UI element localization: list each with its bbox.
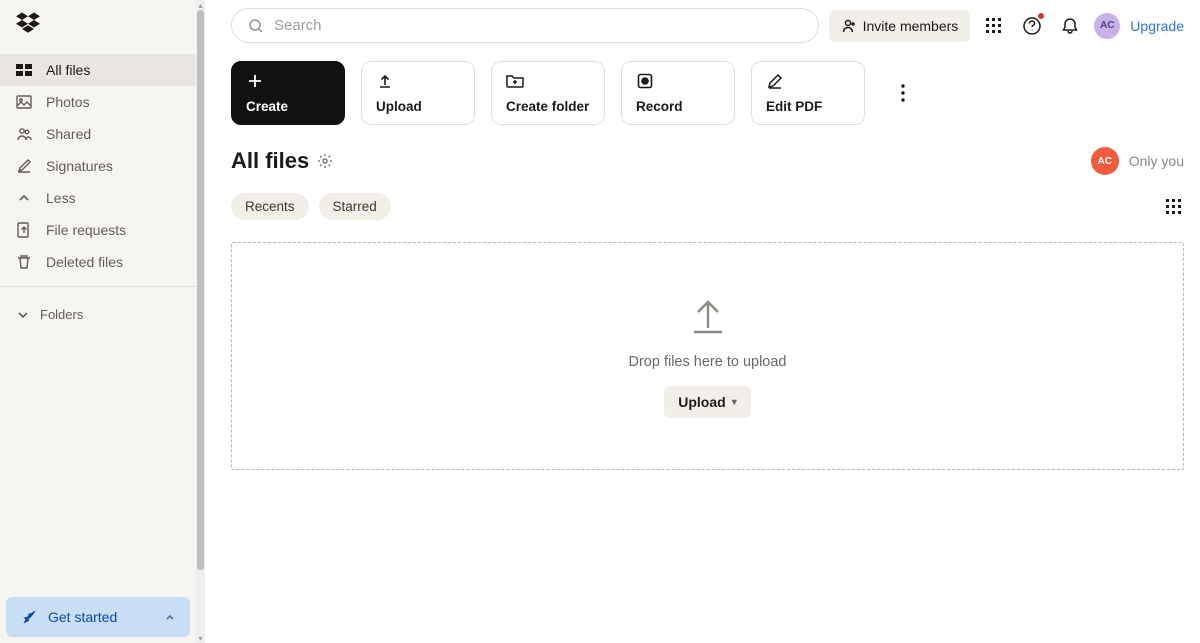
upgrade-link[interactable]: Upgrade [1130, 18, 1184, 34]
folders-label: Folders [40, 307, 83, 322]
invite-label: Invite members [863, 18, 959, 34]
chevron-up-icon [16, 190, 32, 206]
file-request-icon [16, 222, 32, 238]
trash-icon [16, 254, 32, 270]
photo-icon [16, 94, 32, 110]
upload-arrow-icon [686, 294, 730, 338]
sidebar-item-label: All files [46, 62, 90, 78]
apps-button[interactable] [980, 12, 1008, 40]
user-avatar[interactable]: AC [1094, 13, 1120, 39]
upload-icon [376, 72, 394, 90]
sidebar-section-folders[interactable]: Folders [0, 295, 196, 328]
help-button[interactable] [1018, 12, 1046, 40]
sidebar-item-label: File requests [46, 222, 126, 238]
sidebar-item-label: Signatures [46, 158, 113, 174]
sidebar-item-label: Photos [46, 94, 90, 110]
heading-row: All files AC Only you [231, 147, 1184, 175]
apps-grid-icon [985, 17, 1003, 35]
files-icon [16, 62, 32, 78]
create-folder-button[interactable]: Create folder [491, 61, 605, 125]
sidebar-item-all-files[interactable]: All files [0, 54, 196, 86]
topbar: Invite members AC Upgrade [231, 4, 1184, 43]
chevron-down-icon: ▾ [732, 397, 737, 408]
sidebar-item-photos[interactable]: Photos [0, 86, 196, 118]
dropbox-logo[interactable] [0, 0, 196, 42]
search-input-wrapper[interactable] [231, 8, 819, 43]
more-actions-button[interactable] [889, 79, 917, 107]
sidebar-item-deleted-files[interactable]: Deleted files [0, 246, 196, 278]
main: Invite members AC Upgrade Create [197, 0, 1200, 643]
sharing-info: AC Only you [1091, 147, 1184, 175]
notification-dot [1038, 13, 1044, 19]
tile-label: Record [636, 99, 720, 114]
upload-dropzone[interactable]: Drop files here to upload Upload ▾ [231, 242, 1184, 470]
get-started-label: Get started [48, 609, 117, 625]
folder-plus-icon [506, 72, 524, 90]
sidebar-item-less[interactable]: Less [0, 182, 196, 214]
gear-icon [317, 153, 333, 169]
rocket-icon [20, 609, 36, 625]
sidebar: All files Photos Shared Signatures Less … [0, 0, 197, 643]
grid-view-icon [1165, 198, 1183, 216]
notifications-button[interactable] [1056, 12, 1084, 40]
signature-icon [16, 158, 32, 174]
person-add-icon [841, 18, 857, 34]
sidebar-item-file-requests[interactable]: File requests [0, 214, 196, 246]
tile-label: Upload [376, 99, 460, 114]
get-started-panel[interactable]: Get started [6, 597, 190, 637]
bell-icon [1060, 16, 1080, 36]
filter-recents[interactable]: Recents [231, 193, 309, 220]
owner-avatar[interactable]: AC [1091, 147, 1119, 175]
sidebar-item-label: Deleted files [46, 254, 123, 270]
create-button[interactable]: Create [231, 61, 345, 125]
sidebar-item-label: Shared [46, 126, 91, 142]
sidebar-item-signatures[interactable]: Signatures [0, 150, 196, 182]
page-title: All files [231, 148, 333, 174]
help-icon [1022, 16, 1042, 36]
tile-label: Create folder [506, 99, 590, 114]
folder-settings-button[interactable] [317, 153, 333, 169]
view-toggle-button[interactable] [1164, 197, 1184, 217]
more-vertical-icon [901, 84, 905, 102]
plus-icon [246, 72, 264, 90]
filter-starred[interactable]: Starred [319, 193, 391, 220]
dropzone-hint: Drop files here to upload [629, 354, 787, 370]
search-input[interactable] [274, 17, 802, 34]
upload-button-label: Upload [678, 394, 725, 410]
edit-pdf-button[interactable]: Edit PDF [751, 61, 865, 125]
upload-button[interactable]: Upload [361, 61, 475, 125]
invite-members-button[interactable]: Invite members [829, 10, 971, 42]
record-icon [636, 72, 654, 90]
filter-row: Recents Starred [231, 193, 1184, 220]
record-button[interactable]: Record [621, 61, 735, 125]
only-you-label: Only you [1129, 153, 1184, 169]
sidebar-item-shared[interactable]: Shared [0, 118, 196, 150]
divider [0, 286, 196, 287]
edit-icon [766, 72, 784, 90]
tile-label: Create [246, 99, 330, 114]
sidebar-item-label: Less [46, 190, 76, 206]
chevron-down-icon [16, 308, 30, 322]
action-tiles: Create Upload Create folder Record Edit … [231, 61, 1184, 125]
chevron-up-icon [164, 611, 176, 623]
dropzone-upload-button[interactable]: Upload ▾ [664, 386, 750, 418]
sidebar-nav: All files Photos Shared Signatures Less … [0, 42, 196, 278]
search-icon [248, 18, 264, 34]
tile-label: Edit PDF [766, 99, 850, 114]
shared-icon [16, 126, 32, 142]
